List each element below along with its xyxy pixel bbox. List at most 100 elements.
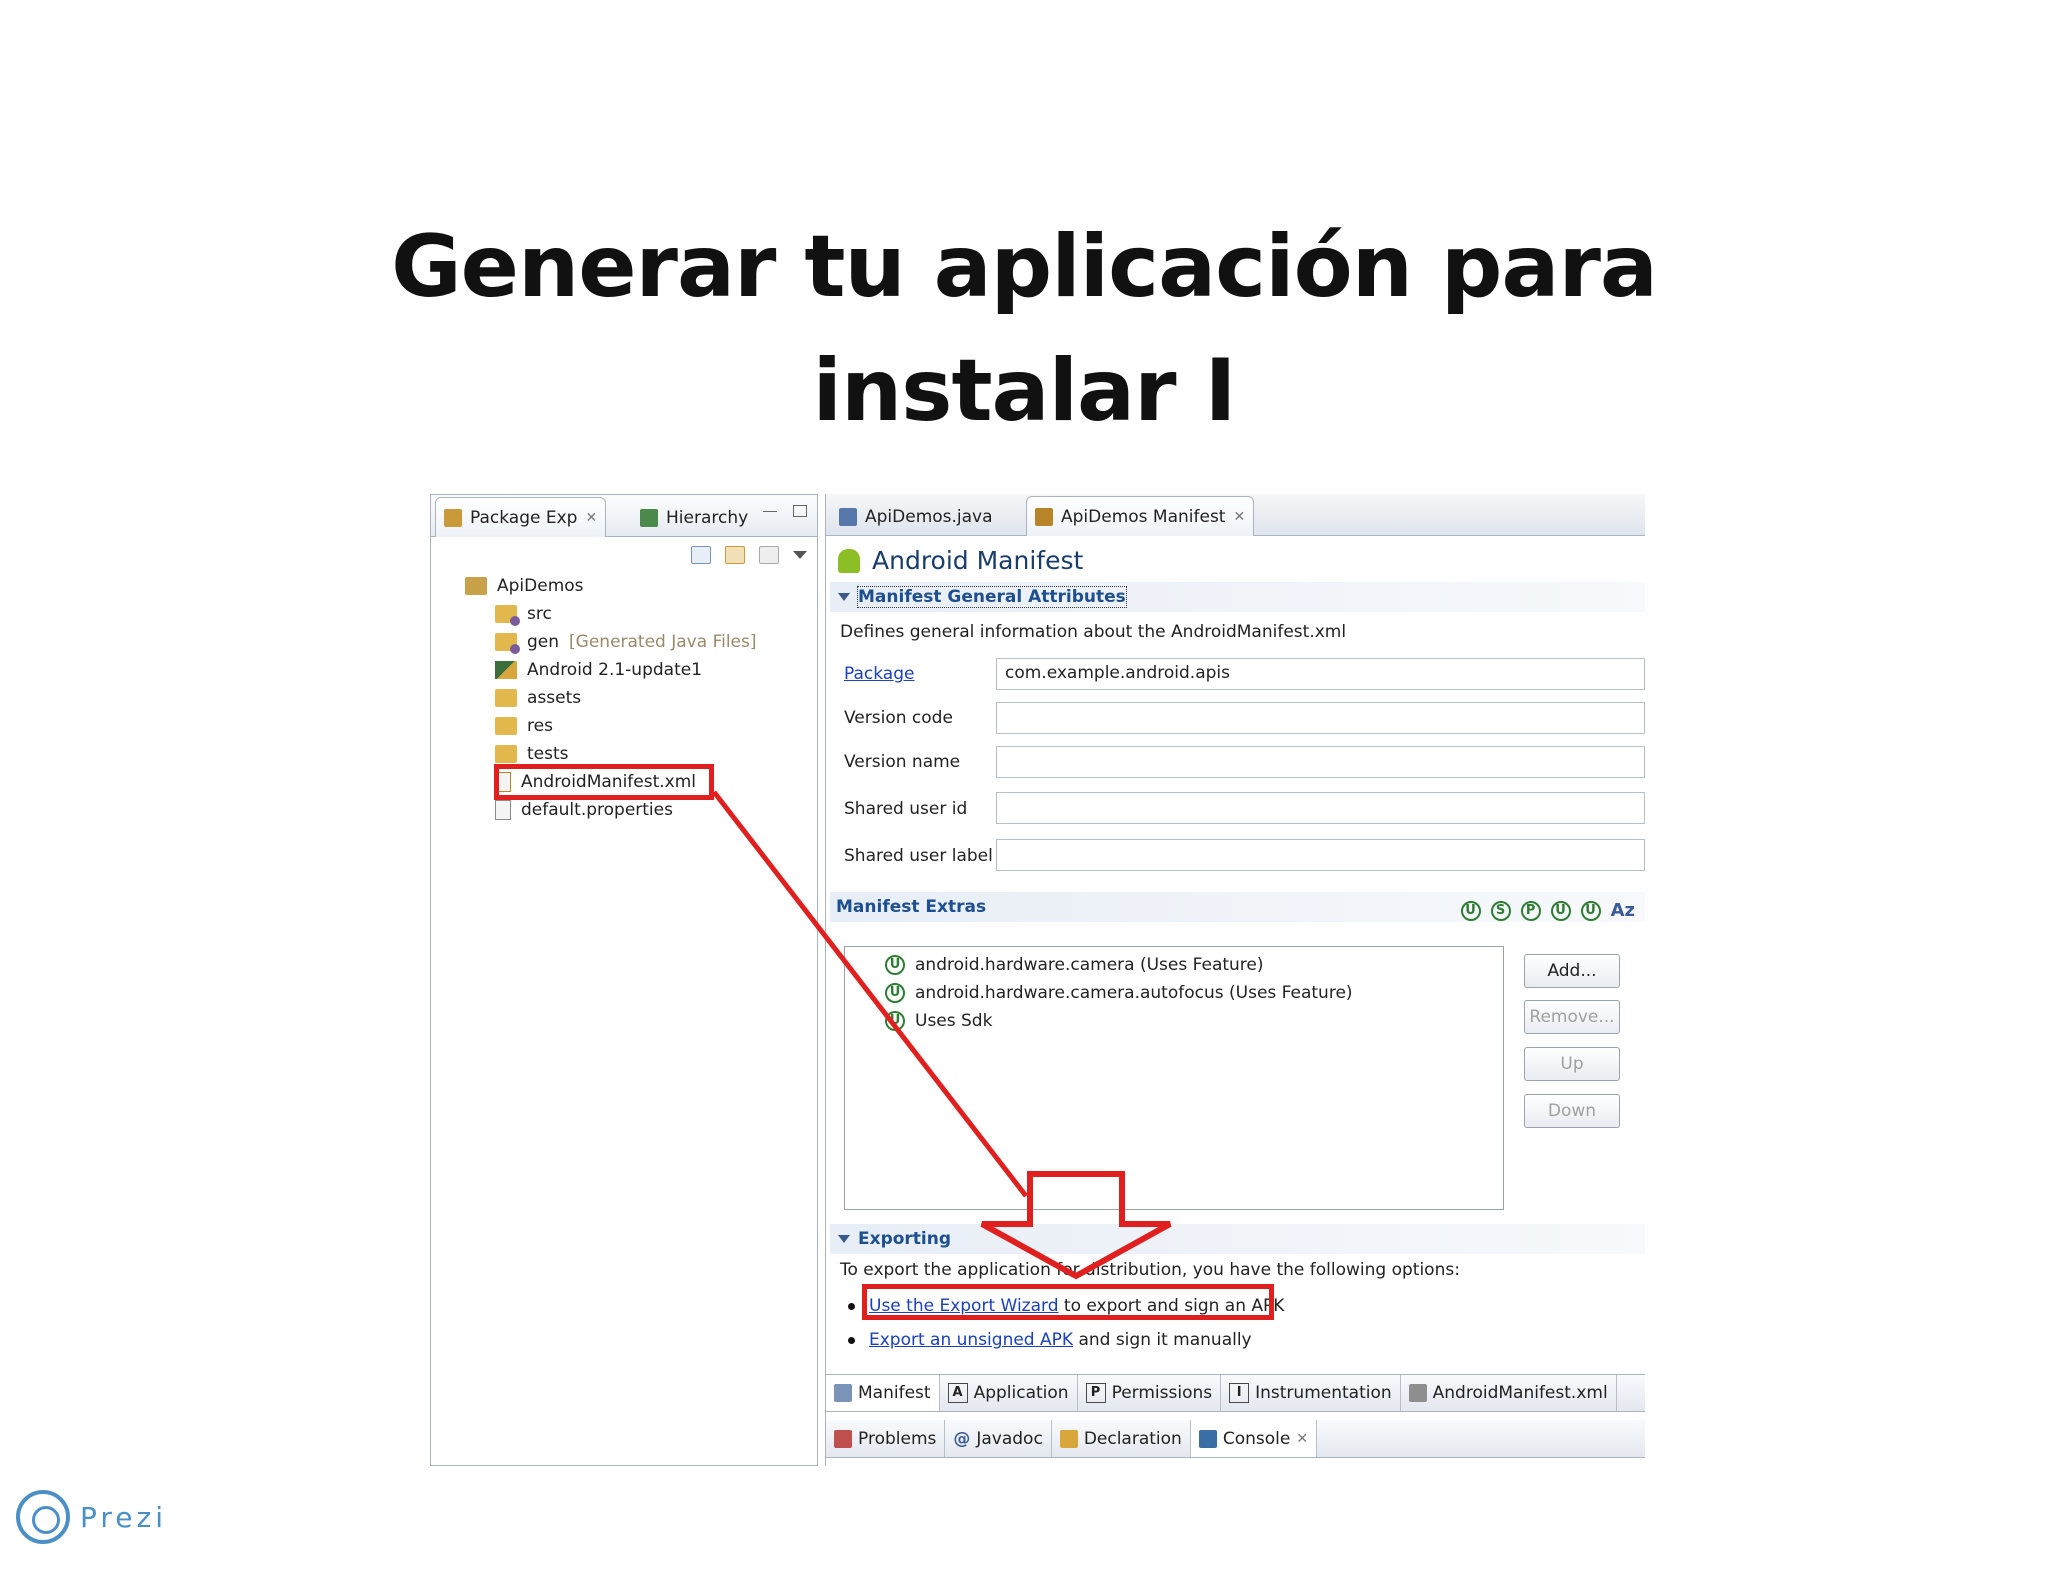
add-uses-icon[interactable]: U	[1460, 900, 1481, 921]
tree-item-label: default.properties	[521, 800, 673, 820]
shared-user-label-label: Shared user label	[844, 846, 993, 866]
tab-declaration[interactable]: Declaration	[1052, 1420, 1191, 1457]
filter-icon[interactable]	[759, 546, 779, 564]
package-link[interactable]: Package	[844, 664, 914, 684]
add-button[interactable]: Add...	[1524, 954, 1620, 988]
shared-user-label-field[interactable]	[996, 839, 1645, 871]
version-name-label: Version name	[844, 752, 961, 772]
prezi-branding: Prezi	[16, 1490, 167, 1544]
add-uses-feature-icon[interactable]: U	[1550, 900, 1571, 921]
tab-problems[interactable]: Problems	[826, 1420, 946, 1457]
tab-apidemos-manifest[interactable]: ApiDemos Manifest ✕	[1026, 496, 1255, 536]
version-code-field[interactable]	[996, 702, 1645, 734]
folder-icon	[495, 689, 517, 707]
tree-item-label: tests	[527, 744, 569, 764]
tab-label: Manifest	[858, 1383, 931, 1403]
tab-hierarchy[interactable]: Hierarchy	[631, 497, 757, 537]
package-explorer-icon	[444, 508, 462, 527]
prezi-logo-icon	[16, 1490, 70, 1544]
section-general-attributes[interactable]: Manifest General Attributes	[830, 582, 1645, 612]
section-heading: Exporting	[858, 1229, 952, 1249]
tab-label: ApiDemos.java	[865, 506, 993, 527]
view-tabs: Problems @ Javadoc Declaration Console ✕	[826, 1420, 1645, 1458]
manifest-editor-pane: ApiDemos.java ApiDemos Manifest ✕ Androi…	[825, 494, 1645, 1466]
tree-item-label: src	[527, 604, 552, 624]
add-uses-sdk-icon[interactable]: U	[1580, 900, 1601, 921]
down-button[interactable]: Down	[1524, 1094, 1620, 1128]
remove-button[interactable]: Remove...	[1524, 1000, 1620, 1034]
section-heading: Manifest Extras	[836, 897, 987, 917]
shared-user-id-field[interactable]	[996, 792, 1645, 824]
link-with-editor-icon[interactable]	[725, 546, 745, 564]
extras-list[interactable]: U android.hardware.camera (Uses Feature)…	[844, 946, 1504, 1210]
library-icon	[495, 661, 517, 679]
tab-application[interactable]: A Application	[940, 1375, 1078, 1411]
tree-item-assets[interactable]: assets	[495, 685, 581, 711]
tree-item-apidemos[interactable]: ApiDemos	[465, 573, 584, 599]
minimize-icon[interactable]	[763, 511, 777, 513]
tree-item-label: Android 2.1-update1	[527, 660, 703, 680]
up-button[interactable]: Up	[1524, 1047, 1620, 1081]
close-icon[interactable]: ✕	[1233, 509, 1245, 525]
tree-item-label: gen	[527, 632, 560, 652]
declaration-icon	[1059, 1429, 1078, 1448]
console-icon	[1198, 1429, 1217, 1448]
list-item-label: android.hardware.camera (Uses Feature)	[915, 955, 1264, 975]
tab-javadoc[interactable]: @ Javadoc	[945, 1420, 1052, 1457]
tree-item-src[interactable]: src	[495, 601, 552, 627]
close-icon[interactable]: ✕	[585, 510, 597, 526]
collapse-all-icon[interactable]	[691, 546, 711, 564]
shared-user-id-label: Shared user id	[844, 799, 968, 819]
add-permission-icon[interactable]: P	[1520, 900, 1541, 921]
uses-feature-icon: U	[885, 955, 905, 975]
maximize-icon[interactable]	[793, 505, 807, 517]
sort-icon[interactable]: Az	[1611, 900, 1635, 921]
tab-instrumentation[interactable]: I Instrumentation	[1221, 1375, 1401, 1411]
tree-item-android-lib[interactable]: Android 2.1-update1	[495, 657, 702, 683]
list-item[interactable]: U android.hardware.camera (Uses Feature)	[885, 955, 1264, 975]
expand-twisty-icon[interactable]	[838, 1235, 850, 1243]
properties-file-icon	[495, 800, 511, 820]
tab-androidmanifest-xml[interactable]: AndroidManifest.xml	[1401, 1375, 1617, 1411]
section-exporting[interactable]: Exporting	[830, 1224, 1645, 1254]
tab-package-explorer[interactable]: Package Exp ✕	[435, 497, 607, 537]
tab-console[interactable]: Console ✕	[1190, 1420, 1318, 1457]
tree-item-label: res	[527, 716, 553, 736]
slide-title-line-1: Generar tu aplicación para	[391, 217, 1658, 317]
uses-sdk-icon: U	[885, 1011, 905, 1031]
list-item-label: android.hardware.camera.autofocus (Uses …	[915, 983, 1353, 1003]
tree-item-label: assets	[527, 688, 582, 708]
tab-manifest[interactable]: Manifest	[826, 1375, 940, 1411]
expand-twisty-icon[interactable]	[838, 593, 850, 601]
tab-label: Problems	[858, 1428, 937, 1449]
list-item-label: Uses Sdk	[915, 1011, 993, 1031]
tree-item-gen[interactable]: gen [Generated Java Files]	[495, 629, 757, 655]
export-wizard-highlight	[862, 1284, 1274, 1320]
tab-label: Hierarchy	[666, 507, 749, 528]
add-supports-screens-icon[interactable]: S	[1490, 900, 1511, 921]
folder-icon	[495, 717, 517, 735]
list-item[interactable]: U Uses Sdk	[885, 1011, 992, 1031]
version-code-label: Version code	[844, 708, 953, 728]
source-folder-icon	[495, 633, 520, 654]
export-unsigned-link[interactable]: Export an unsigned APK	[869, 1330, 1073, 1350]
left-toolbar	[691, 541, 807, 569]
tree-item-default-properties[interactable]: default.properties	[495, 797, 673, 823]
list-item[interactable]: U android.hardware.camera.autofocus (Use…	[885, 983, 1353, 1003]
manifest-file-highlight	[494, 764, 714, 800]
manifest-icon	[1035, 507, 1053, 526]
permissions-icon: P	[1085, 1383, 1106, 1403]
view-menu-icon[interactable]	[793, 551, 807, 559]
tab-apidemos-java[interactable]: ApiDemos.java	[830, 496, 1002, 536]
tab-label: Permissions	[1111, 1383, 1213, 1403]
tree-item-res[interactable]: res	[495, 713, 553, 739]
version-name-field[interactable]	[996, 746, 1645, 778]
extras-toolbar: U S P U U Az	[1460, 900, 1635, 921]
slide-title: Generar tu aplicación para instalar I	[0, 205, 2048, 453]
export-option-unsigned: Export an unsigned APK and sign it manua…	[848, 1330, 1252, 1350]
tab-permissions[interactable]: P Permissions	[1078, 1375, 1222, 1411]
manifest-page-icon	[834, 1384, 852, 1402]
tab-label: Javadoc	[976, 1428, 1043, 1449]
close-icon[interactable]: ✕	[1296, 1431, 1308, 1447]
package-field[interactable]: com.example.android.apis	[996, 658, 1645, 690]
